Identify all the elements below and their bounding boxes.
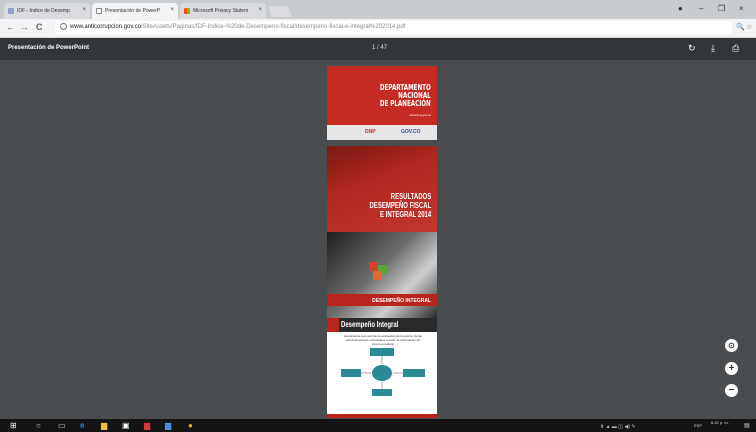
- close-window-button[interactable]: ×: [739, 4, 744, 13]
- total-pages: / 47: [377, 45, 388, 51]
- url-input[interactable]: www.anticorrupcion.gov.co/SiteAssets/Pag…: [55, 21, 732, 34]
- slide-2-title: RESULTADOS DESEMPEÑO FISCAL E INTEGRAL 2…: [369, 192, 431, 219]
- chrome-icon[interactable]: ●: [188, 421, 193, 430]
- tab-strip: IDF - Indice de Desemp × Presentación de…: [0, 0, 756, 19]
- puzzle-image: [373, 271, 382, 280]
- tab-idf[interactable]: IDF - Indice de Desemp ×: [4, 3, 90, 19]
- diagram-node: [403, 369, 425, 377]
- title-line: DE PLANEACIÓN: [380, 99, 431, 108]
- microsoft-icon: [184, 8, 190, 14]
- restore-button[interactable]: ❐: [718, 4, 725, 13]
- pdf-toolbar: Presentación de PowerPoint 1 / 47 ↻ ⤓ ⎙: [0, 38, 756, 60]
- gov-logo: GOV.CO: [401, 129, 421, 135]
- app-icon[interactable]: ▆: [165, 421, 171, 430]
- slide-4-footer: [327, 414, 437, 418]
- tab-microsoft-privacy[interactable]: Microsoft Privacy Statem ×: [180, 3, 266, 19]
- star-icon[interactable]: ☆: [746, 23, 752, 31]
- logo-band: DNP GOV.CO: [327, 125, 437, 140]
- diagram-node: [372, 389, 392, 396]
- download-icon[interactable]: ⤓: [711, 43, 715, 54]
- language-indicator[interactable]: ESP: [694, 423, 702, 428]
- mail-icon[interactable]: ▆: [144, 421, 150, 430]
- tab-label: IDF - Indice de Desemp: [17, 8, 70, 14]
- document-title: Presentación de PowerPoint: [8, 45, 90, 51]
- close-icon[interactable]: ×: [258, 7, 262, 13]
- windows-start-icon[interactable]: ⊞: [10, 421, 17, 430]
- clock[interactable]: 6:42 p. m.: [711, 420, 729, 425]
- title-line: RESULTADOS: [390, 192, 431, 201]
- page-indicator: 1 / 47: [372, 45, 387, 51]
- zoom-in-button[interactable]: +: [725, 362, 738, 375]
- folder-icon[interactable]: ▆: [101, 421, 107, 430]
- info-icon: [60, 22, 67, 30]
- slide-4: Desempeño Integral Herramienta que permi…: [327, 318, 437, 418]
- user-icon[interactable]: ●: [678, 4, 683, 13]
- diagram-node: [341, 369, 361, 377]
- slide-1-subtitle: www.dnp.gov.co: [409, 113, 431, 117]
- title-line: DESEMPEÑO FISCAL: [369, 201, 431, 210]
- diagram-center-node: [371, 364, 393, 382]
- url-path: /SiteAssets/Paginas/IDF-Indice-%20de-Des…: [140, 24, 406, 30]
- rotate-icon[interactable]: ↻: [688, 43, 696, 54]
- tab-label: Microsoft Privacy Statem: [193, 8, 249, 14]
- slide-1: DEPARTAMENTO NACIONAL DE PLANEACIÓN www.…: [327, 66, 437, 140]
- minimize-button[interactable]: –: [699, 4, 703, 13]
- task-view-icon[interactable]: ▭: [58, 421, 66, 430]
- diagram-node: [370, 348, 394, 356]
- notifications-icon[interactable]: ▤: [744, 422, 750, 431]
- zoom-out-button[interactable]: −: [725, 384, 738, 397]
- system-tray-icons[interactable]: ⬆ ▲ ▬ ◫ ◀) ✎: [600, 423, 636, 432]
- slide-3-title: DESEMPEÑO INTEGRAL: [372, 298, 431, 304]
- back-button[interactable]: ←: [6, 22, 15, 32]
- edge-icon[interactable]: e: [80, 421, 84, 430]
- fit-page-button[interactable]: ⊙: [725, 339, 738, 352]
- close-icon[interactable]: ×: [170, 7, 174, 13]
- taskbar: ⊞ ○ ▭ e ▆ ▣ ▆ ▆ ● ⬆ ▲ ▬ ◫ ◀) ✎ ESP 6:42 …: [0, 419, 756, 432]
- reload-button[interactable]: C: [36, 22, 43, 32]
- search-icon[interactable]: ○: [36, 421, 41, 430]
- tab-label: Presentación de PowerP: [105, 8, 161, 14]
- address-bar: ← → C www.anticorrupcion.gov.co/SiteAsse…: [0, 19, 756, 38]
- title-line: E INTEGRAL 2014: [379, 210, 431, 219]
- store-icon[interactable]: ▣: [122, 421, 130, 430]
- slide-2: RESULTADOS DESEMPEÑO FISCAL E INTEGRAL 2…: [327, 146, 437, 232]
- current-page[interactable]: 1: [372, 45, 375, 51]
- puzzle-image: [369, 262, 378, 271]
- page-icon: [8, 8, 14, 14]
- print-icon[interactable]: ⎙: [732, 43, 739, 54]
- forward-button[interactable]: →: [20, 22, 29, 32]
- new-tab-button[interactable]: [267, 6, 293, 17]
- dnp-logo: DNP: [365, 129, 376, 135]
- clock-time: 6:42 p. m.: [711, 420, 729, 425]
- tab-presentacion[interactable]: Presentación de PowerP ×: [92, 3, 178, 19]
- document-icon: [96, 8, 102, 14]
- slide-1-title: DEPARTAMENTO NACIONAL DE PLANEACIÓN: [380, 84, 431, 108]
- url-domain: www.anticorrupcion.gov.co: [70, 24, 141, 30]
- slide-3: DESEMPEÑO INTEGRAL: [327, 232, 437, 318]
- close-icon[interactable]: ×: [82, 7, 86, 13]
- zoom-icon[interactable]: 🔍: [736, 23, 745, 31]
